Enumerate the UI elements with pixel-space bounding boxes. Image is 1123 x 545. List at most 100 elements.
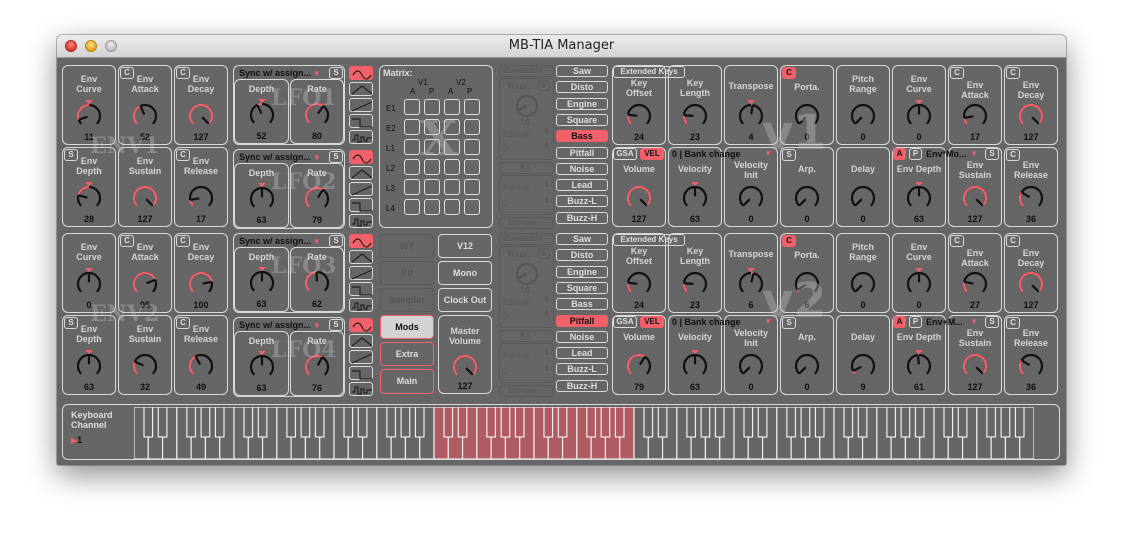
kit-kbank-value-stepper-icon[interactable]: ⇕: [543, 196, 550, 205]
extended-keys-button[interactable]: Extended Keys: [613, 66, 685, 78]
lfo-wave-sine-button[interactable]: [349, 318, 373, 332]
waveform-bass-button[interactable]: Bass: [556, 298, 608, 311]
black-key[interactable]: [857, 407, 868, 438]
lfo-wave-square-button[interactable]: [349, 366, 373, 380]
lfo-sync-dropdown[interactable]: Sync w/ assign... ▼: [239, 319, 321, 331]
knob-dial[interactable]: [187, 349, 215, 377]
knob-dial[interactable]: [961, 349, 989, 377]
minimize-window-button[interactable]: [85, 40, 97, 52]
knob-dial[interactable]: [849, 181, 877, 209]
lfo-wave-triangle-button[interactable]: [349, 334, 373, 348]
p-toggle-button[interactable]: P: [909, 316, 922, 328]
bank-change-dropdown[interactable]: 0 | Bank change ▼: [672, 316, 774, 328]
matrix-cell[interactable]: [424, 139, 440, 155]
bank-change-dropdown[interactable]: 0 | Bank change ▼: [672, 148, 774, 160]
s-toggle-button[interactable]: S: [329, 151, 343, 163]
waveform-pitfall-button[interactable]: Pitfall: [556, 146, 608, 159]
kit-kbank-value-stepper-icon[interactable]: ⇕: [543, 364, 550, 373]
black-key[interactable]: [914, 407, 925, 438]
matrix-cell[interactable]: [444, 139, 460, 155]
black-key[interactable]: [343, 407, 354, 438]
waveform-buzz-h-button[interactable]: Buzz-H: [556, 211, 608, 224]
knob-dial[interactable]: [681, 99, 709, 127]
knob-dial[interactable]: [849, 349, 877, 377]
knob-dial[interactable]: [131, 181, 159, 209]
matrix-cell[interactable]: [464, 199, 480, 215]
matrix-cell[interactable]: [424, 179, 440, 195]
knob-dial[interactable]: [75, 267, 103, 295]
matrix-cell[interactable]: [424, 199, 440, 215]
black-key[interactable]: [743, 407, 754, 438]
black-key[interactable]: [243, 407, 254, 438]
vel-button[interactable]: VEL: [640, 316, 664, 328]
sampler-button[interactable]: Sampler: [380, 288, 434, 312]
env-mod-dropdown[interactable]: Env*Mo... ▼: [926, 148, 980, 160]
s-toggle-button[interactable]: S: [782, 317, 796, 329]
knob-dial[interactable]: [1017, 99, 1045, 127]
wavetable-tab[interactable]: Wavetable: [499, 233, 554, 245]
kit-kbank-value[interactable]: 0: [503, 198, 508, 208]
black-key[interactable]: [357, 407, 368, 438]
knob-dial[interactable]: [248, 350, 276, 378]
matrix-cell[interactable]: [444, 99, 460, 115]
matrix-cell[interactable]: [404, 199, 420, 215]
black-key[interactable]: [614, 407, 625, 438]
a-toggle-button[interactable]: A: [893, 148, 906, 160]
black-key[interactable]: [714, 407, 725, 438]
black-key[interactable]: [800, 407, 811, 438]
kit-kbank-stepper-icon[interactable]: ⇕: [543, 348, 550, 357]
waveform-lead-button[interactable]: Lead: [556, 179, 608, 192]
c-toggle-button[interactable]: C: [1006, 235, 1020, 247]
lfo-wave-sine-button[interactable]: [349, 150, 373, 164]
black-key[interactable]: [186, 407, 197, 438]
lfo-wave-random-button[interactable]: [349, 298, 373, 312]
black-key[interactable]: [657, 407, 668, 438]
env-mod-dropdown[interactable]: Env+M... ▼: [926, 316, 980, 328]
lfo-wave-random-button[interactable]: [349, 214, 373, 228]
black-key[interactable]: [457, 407, 468, 438]
knob-dial[interactable]: [187, 181, 215, 209]
knob-dial[interactable]: [793, 349, 821, 377]
lfo-wave-random-button[interactable]: [349, 130, 373, 144]
knob-dial[interactable]: [793, 181, 821, 209]
black-key[interactable]: [986, 407, 997, 438]
knob-dial[interactable]: [625, 349, 653, 377]
vel-button[interactable]: VEL: [640, 148, 664, 160]
wt-button[interactable]: WT: [380, 234, 434, 258]
gsa-button[interactable]: GSA: [613, 316, 637, 328]
s-toggle-button[interactable]: S: [985, 148, 999, 160]
gsa-button[interactable]: GSA: [613, 148, 637, 160]
knob-dial[interactable]: [187, 99, 215, 127]
waveform-buzz-l-button[interactable]: Buzz-L: [556, 363, 608, 376]
lfo-wave-saw-button[interactable]: [349, 182, 373, 196]
black-key[interactable]: [843, 407, 854, 438]
knob-dial[interactable]: [961, 181, 989, 209]
knob-dial[interactable]: [905, 99, 933, 127]
knob-dial[interactable]: [737, 181, 765, 209]
v12-button[interactable]: V12: [438, 234, 492, 258]
sampler-tab[interactable]: Sampler: [499, 385, 554, 397]
rate-knob[interactable]: [514, 261, 540, 287]
kbank-stepper-icon[interactable]: ⇕: [543, 127, 550, 136]
knob-dial[interactable]: [625, 181, 653, 209]
matrix-cell[interactable]: [464, 99, 480, 115]
matrix-cell[interactable]: [444, 179, 460, 195]
s-toggle-button[interactable]: S: [329, 235, 343, 247]
knob-dial[interactable]: [681, 267, 709, 295]
waveform-pitfall-button[interactable]: Pitfall: [556, 314, 608, 327]
knob-dial[interactable]: [793, 267, 821, 295]
black-key[interactable]: [214, 407, 225, 438]
knob-dial[interactable]: [75, 99, 103, 127]
lfo-wave-square-button[interactable]: [349, 282, 373, 296]
matrix-cell[interactable]: [404, 139, 420, 155]
black-key[interactable]: [514, 407, 525, 438]
s-toggle-button[interactable]: S: [329, 319, 343, 331]
waveform-disto-button[interactable]: Disto: [556, 249, 608, 262]
knob-dial[interactable]: [1017, 181, 1045, 209]
rate-knob[interactable]: [514, 93, 540, 119]
kbank-stepper-icon[interactable]: ⇕: [543, 295, 550, 304]
lfo-wave-random-button[interactable]: [349, 382, 373, 396]
black-key[interactable]: [400, 407, 411, 438]
black-key[interactable]: [957, 407, 968, 438]
wavetable-tab[interactable]: Wavetable: [499, 65, 554, 77]
